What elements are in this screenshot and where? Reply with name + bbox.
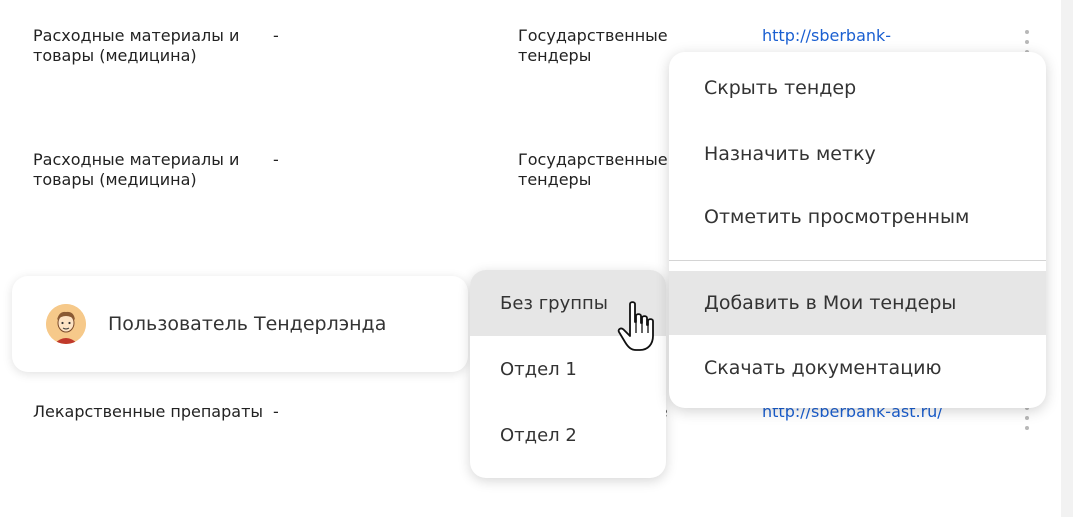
menu-item-hide-tender[interactable]: Скрыть тендер — [669, 56, 1046, 120]
menu-divider — [669, 260, 1046, 261]
user-card[interactable]: Пользователь Тендерлэнда — [12, 276, 468, 372]
dash-cell: - — [273, 26, 279, 45]
context-menu: Скрыть тендер Назначить метку Отметить п… — [669, 52, 1046, 408]
more-options-icon[interactable] — [1020, 406, 1034, 430]
scrollbar-track[interactable] — [1061, 0, 1073, 517]
hand-cursor-icon — [617, 301, 654, 351]
category-cell: Лекарственные препараты — [33, 402, 264, 421]
menu-item-add-to-my-tenders[interactable]: Добавить в Мои тендеры — [669, 271, 1046, 335]
menu-item-assign-label[interactable]: Назначить метку — [669, 122, 1046, 186]
dash-cell: - — [273, 150, 279, 169]
submenu-item-department-2[interactable]: Отдел 2 — [470, 402, 666, 468]
category-cell: Расходные материалы и товары (медицина) — [33, 26, 240, 65]
tender-link[interactable]: http://sberbank- — [762, 26, 891, 45]
user-name: Пользователь Тендерлэнда — [108, 313, 387, 335]
category-cell: Расходные материалы и товары (медицина) — [33, 150, 240, 189]
menu-item-mark-viewed[interactable]: Отметить просмотренным — [669, 185, 1046, 249]
dash-cell: - — [273, 402, 279, 421]
avatar — [46, 304, 86, 344]
more-options-icon[interactable] — [1020, 30, 1034, 54]
menu-item-download-docs[interactable]: Скачать документацию — [669, 336, 1046, 400]
